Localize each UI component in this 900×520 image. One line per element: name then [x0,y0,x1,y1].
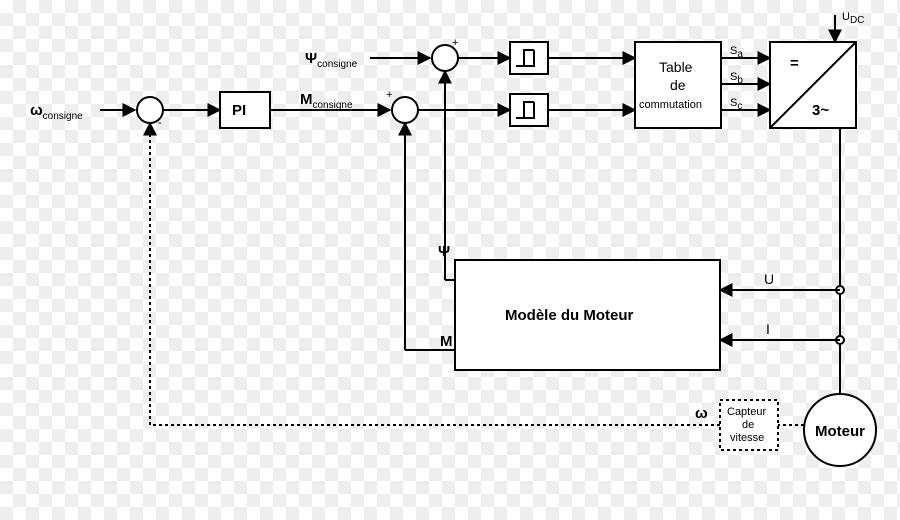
sum-flux-plus: + [452,37,458,49]
sum-speed-minus: - [158,117,162,129]
inverter-bot: 3~ [812,102,829,119]
motor-label: Moteur [815,423,865,440]
hysteresis-torque [510,94,548,126]
hysteresis-flux [510,42,548,74]
speed-sensor-l1: Capteur [727,406,766,418]
udc-label: UDC [842,11,864,26]
sum-torque [392,97,418,123]
m-label: M [440,333,453,350]
sum-torque-plus: + [386,89,392,101]
block-diagram: ωconsigne - PI Mconsigne + Ψconsigne + T… [0,0,900,520]
psi-label: Ψ [438,243,450,260]
m-ref-label: Mconsigne [300,91,353,111]
psi-ref-label: Ψconsigne [305,50,358,70]
table-l1: Table [659,59,693,75]
i-label: I [766,321,770,337]
omega-ref-label: ωconsigne [30,102,83,122]
motor-model-label: Modèle du Moteur [505,307,633,324]
pi-label: PI [232,102,246,119]
omega-label: ω [695,405,708,422]
u-label: U [764,271,774,287]
inverter-top: = [790,55,799,72]
table-l2: de [670,77,686,93]
speed-sensor-l2: de [742,419,754,431]
speed-sensor-l3: vitesse [730,432,764,444]
table-l3: commutation [639,99,702,111]
